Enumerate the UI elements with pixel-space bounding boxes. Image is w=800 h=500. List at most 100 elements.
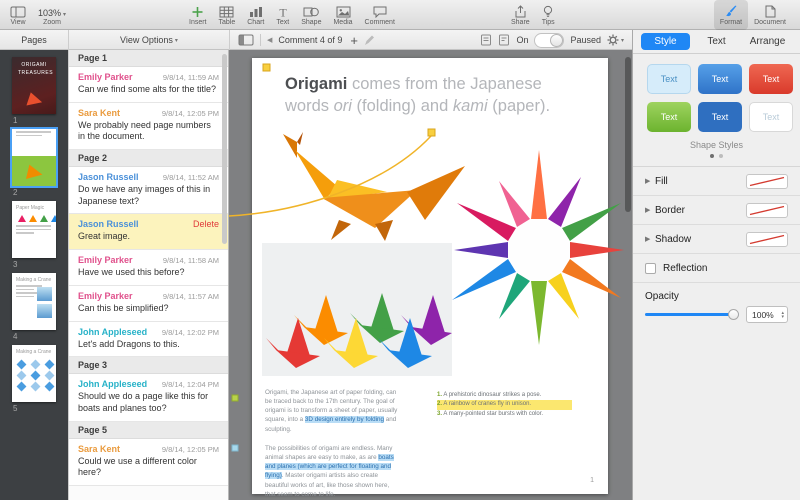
comment-item[interactable]: John Appleseed9/8/14, 12:02 PM Let's add… <box>69 322 228 358</box>
opacity-value-stepper[interactable]: 100% ▴▾ <box>746 306 788 323</box>
slider-knob[interactable] <box>728 309 739 320</box>
comments-pane-icon[interactable] <box>480 34 492 46</box>
pages-app-window: View 103%▾ Zoom Insert Table <box>0 0 800 500</box>
tab-style[interactable]: Style <box>641 33 690 50</box>
chevron-down-icon: ▾ <box>621 37 624 44</box>
comment-item[interactable]: Emily Parker9/8/14, 11:58 AM Have we use… <box>69 250 228 286</box>
shadow-label: Shadow <box>655 234 746 245</box>
shape-icon <box>303 4 319 18</box>
add-comment-button[interactable]: + <box>350 33 358 48</box>
tab-text[interactable]: Text <box>692 33 741 50</box>
thumb-title: Paper Magic <box>16 205 52 211</box>
changes-pane-icon[interactable] <box>498 34 510 46</box>
page-thumbnail-1[interactable]: ORIGAMI TREASURES 1 <box>12 57 68 125</box>
comment-item[interactable]: Jason Russell9/8/14, 11:52 AM Do we have… <box>69 167 228 214</box>
comment-item[interactable]: Emily Parker9/8/14, 11:57 AM Can this be… <box>69 286 228 322</box>
origami-star-image[interactable] <box>447 130 632 370</box>
comment-author: Jason Russell <box>78 172 139 182</box>
insert-button[interactable]: Insert <box>183 0 213 30</box>
pencil-icon <box>364 35 375 46</box>
shape-style-preset-4[interactable]: Text <box>647 102 691 132</box>
delete-comment-button[interactable]: Delete <box>193 219 219 229</box>
document-canvas[interactable]: Origami comes from the Japanese words or… <box>229 50 632 500</box>
opacity-slider[interactable] <box>645 308 739 321</box>
text-label: Text <box>276 19 289 26</box>
page-thumbnail-3[interactable]: Paper Magic 3 <box>12 201 68 269</box>
toolbar: View 103%▾ Zoom Insert Table <box>0 0 800 30</box>
comment-button[interactable]: Comment <box>359 0 401 30</box>
comment-item-selected[interactable]: Jason RussellDelete Great image. <box>69 214 228 250</box>
comments-scrollbar[interactable] <box>222 54 227 244</box>
comment-item[interactable]: Sara Kent9/8/14, 12:05 PM We probably ne… <box>69 103 228 150</box>
tips-button[interactable]: Tips <box>536 0 561 30</box>
toolbar-insert-group: Insert Table Chart T Text <box>183 0 401 30</box>
tracking-toggle[interactable] <box>534 33 564 48</box>
comment-text: Let's add Dragons to this. <box>78 339 219 351</box>
chevron-down-icon: ▾ <box>63 11 66 18</box>
style-pagination-dots[interactable] <box>633 154 800 158</box>
zoom-control[interactable]: 103%▾ Zoom <box>32 0 72 30</box>
shadow-section-row[interactable]: ▶ Shadow <box>633 225 800 254</box>
edit-comment-button[interactable] <box>364 35 375 46</box>
shape-style-preset-3[interactable]: Text <box>749 64 793 94</box>
comment-text: Have we used this before? <box>78 267 219 279</box>
comment-author: John Appleseed <box>78 379 147 389</box>
view-button[interactable]: View <box>4 0 32 30</box>
shadow-swatch[interactable] <box>746 232 788 247</box>
stepper-arrows-icon[interactable]: ▴▾ <box>781 311 784 319</box>
border-section-row[interactable]: ▶ Border <box>633 196 800 225</box>
pages-sidebar: ORIGAMI TREASURES 1 2 Paper Magic <box>0 50 68 500</box>
document-icon <box>765 4 776 18</box>
shape-style-preset-6[interactable]: Text <box>749 102 793 132</box>
view-label: View <box>10 19 25 26</box>
page-thumbnail-5[interactable]: Making a Crane 5 <box>12 345 68 413</box>
comment-item[interactable]: Sara Kent9/8/14, 12:05 PM Could we use a… <box>69 439 228 486</box>
media-button[interactable]: Media <box>327 0 358 30</box>
thumb-title: Making a Crane <box>16 349 52 355</box>
fill-label: Fill <box>655 176 746 187</box>
comment-author: Sara Kent <box>78 444 120 454</box>
page-thumbnail-4[interactable]: Making a Crane 4 <box>12 273 68 341</box>
reflection-label: Reflection <box>663 263 788 274</box>
comment-time: 9/8/14, 12:04 PM <box>162 380 219 389</box>
share-button[interactable]: Share <box>505 0 536 30</box>
tracking-options-button[interactable]: ▾ <box>607 34 624 46</box>
format-button[interactable]: Format <box>714 0 748 30</box>
tab-arrange[interactable]: Arrange <box>743 33 792 50</box>
origami-dragon-image[interactable] <box>267 128 472 243</box>
page-number-label: 3 <box>13 260 68 269</box>
comment-item[interactable]: Emily Parker9/8/14, 11:59 AM Can we find… <box>69 67 228 103</box>
comment-time: 9/8/14, 11:52 AM <box>163 173 219 182</box>
chart-button[interactable]: Chart <box>241 0 270 30</box>
fill-section-row[interactable]: ▶ Fill <box>633 167 800 196</box>
page-thumbnail-2[interactable]: 2 <box>12 129 68 197</box>
fill-swatch[interactable] <box>746 174 788 189</box>
comment-author: Emily Parker <box>78 255 133 265</box>
shape-style-preset-5[interactable]: Text <box>698 102 742 132</box>
text-button[interactable]: T Text <box>270 0 295 30</box>
origami-dragon-shape <box>23 162 43 179</box>
shape-style-preset-1[interactable]: Text <box>647 64 691 94</box>
document-label: Document <box>754 19 786 26</box>
header-strip: Pages View Options▾ ◀ Comment 4 of 9 + O… <box>0 30 632 50</box>
reflection-checkbox[interactable] <box>645 263 656 274</box>
border-swatch[interactable] <box>746 203 788 218</box>
disclosure-triangle-icon: ▶ <box>645 235 655 243</box>
tips-label: Tips <box>542 19 555 26</box>
paragraph-text: The possibilities of origami are endless… <box>265 445 392 461</box>
comment-item[interactable]: John Appleseed9/8/14, 12:04 PM Should we… <box>69 374 228 421</box>
comment-group-header: Page 3 <box>69 357 228 374</box>
toggle-knob <box>550 34 563 47</box>
sidebar-toggle-button[interactable] <box>238 34 254 46</box>
comment-counter: Comment 4 of 9 <box>278 35 342 45</box>
previous-comment-button[interactable]: ◀ <box>267 36 272 44</box>
shape-style-preset-2[interactable]: Text <box>698 64 742 94</box>
shape-button[interactable]: Shape <box>295 0 327 30</box>
view-options-button[interactable]: View Options▾ <box>68 30 229 50</box>
table-button[interactable]: Table <box>213 0 242 30</box>
document-button[interactable]: Document <box>748 0 792 30</box>
border-label: Border <box>655 205 746 216</box>
chevron-down-icon: ▾ <box>175 37 178 44</box>
comment-author: John Appleseed <box>78 327 147 337</box>
origami-cranes-image[interactable] <box>262 243 452 376</box>
